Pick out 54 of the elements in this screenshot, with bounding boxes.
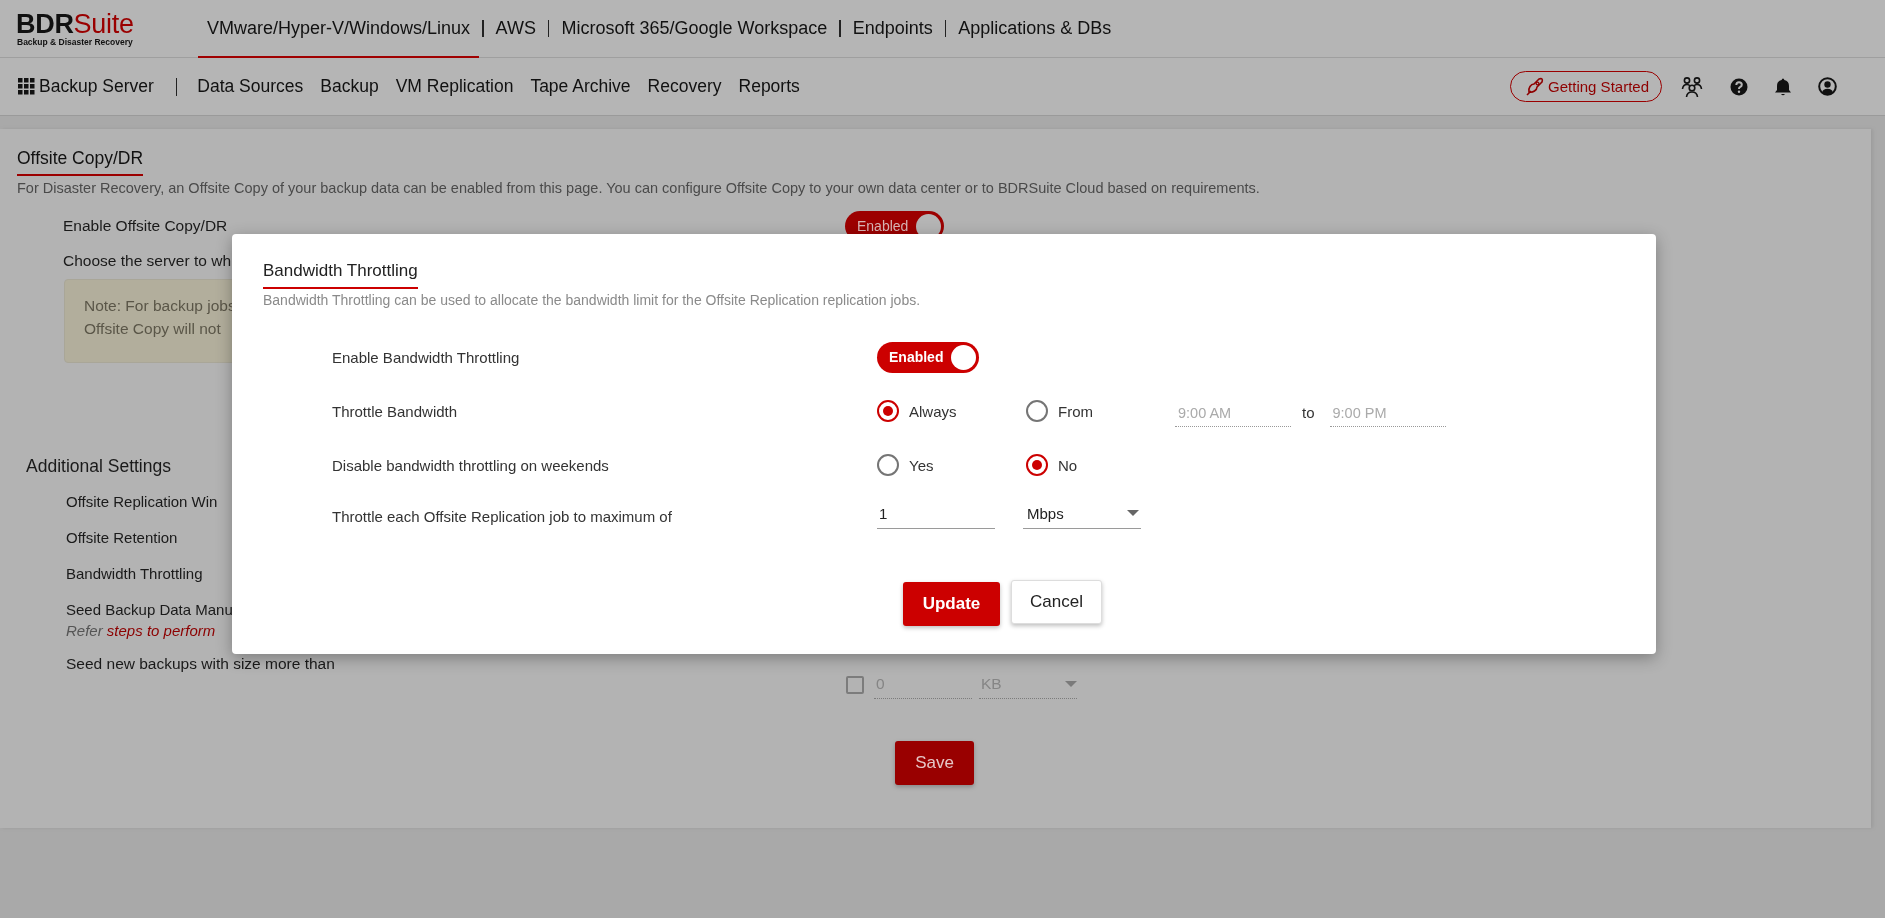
radio-button[interactable] bbox=[877, 454, 899, 476]
radio-option[interactable]: No bbox=[1026, 454, 1175, 476]
backup-server-menu[interactable]: Backup Server bbox=[18, 76, 154, 97]
radio-option[interactable]: Always bbox=[877, 400, 1026, 422]
product-tab[interactable]: Endpoints bbox=[843, 0, 942, 58]
radio-button[interactable] bbox=[1026, 400, 1048, 422]
setting-label: Throttle each Offsite Replication job to maximum of bbox=[332, 508, 672, 525]
save-button[interactable]: Save bbox=[895, 741, 974, 785]
menu-item[interactable]: VM Replication bbox=[395, 76, 514, 97]
setting-label: Throttle Bandwidth bbox=[332, 402, 458, 420]
page-description: For Disaster Recovery, an Offsite Copy of your backup data can be enabled from this page. You can configure Offsite Copy to your own data center or to BDRSuite Cloud based on requirements. bbox=[17, 180, 1261, 196]
setting-label: Offsite Retention bbox=[66, 529, 178, 546]
people-icon[interactable] bbox=[1681, 75, 1703, 98]
menu-item[interactable]: Backup bbox=[320, 76, 379, 97]
help-icon[interactable] bbox=[1730, 77, 1748, 96]
page-title: Offsite Copy/DR bbox=[17, 147, 144, 176]
radio-button[interactable] bbox=[1026, 454, 1048, 476]
limit-input[interactable]: 1 bbox=[877, 504, 995, 529]
apps-grid-icon bbox=[18, 78, 35, 95]
user-account-icon[interactable] bbox=[1818, 77, 1837, 96]
setting-label: Enable Offsite Copy/DR bbox=[63, 217, 229, 235]
dialog-title: Bandwidth Throttling bbox=[263, 260, 418, 289]
setting-label: Disable bandwidth throttling on weekends bbox=[332, 456, 609, 474]
setting-label: Offsite Replication Win bbox=[66, 493, 218, 510]
steps-link[interactable]: steps to perform bbox=[106, 622, 216, 639]
radio-button[interactable] bbox=[877, 400, 899, 422]
radio-option[interactable]: From bbox=[1026, 400, 1175, 422]
note-text: Offsite Copy will not bbox=[84, 320, 221, 338]
menu-item[interactable]: Data Sources bbox=[197, 76, 304, 97]
dialog-description: Bandwidth Throttling can be used to allocate the bandwidth limit for the Offsite Replication replication jobs. bbox=[263, 292, 922, 308]
menu-item[interactable]: Recovery bbox=[647, 76, 722, 97]
menu-item[interactable]: Reports bbox=[738, 76, 800, 97]
logo-wordmark: BDRSuite bbox=[16, 10, 135, 37]
radio-option[interactable]: Yes bbox=[877, 454, 1026, 476]
cancel-button[interactable]: Cancel bbox=[1011, 580, 1102, 624]
dropdown-arrow-icon bbox=[1065, 681, 1077, 687]
throttling-toggle[interactable]: Enabled bbox=[877, 341, 980, 373]
setting-label: Enable Bandwidth Throttling bbox=[332, 348, 520, 366]
product-tab[interactable]: Microsoft 365/Google Workspace bbox=[552, 0, 837, 58]
dropdown-arrow-icon bbox=[1127, 510, 1139, 516]
checkbox[interactable] bbox=[846, 676, 864, 694]
refer-text: Refer steps to perform bbox=[66, 622, 216, 639]
product-tab[interactable]: Applications & DBs bbox=[949, 0, 1121, 58]
section-heading: Additional Settings bbox=[26, 456, 171, 477]
setting-label: Seed Backup Data Manu bbox=[66, 601, 233, 618]
bell-icon[interactable] bbox=[1775, 77, 1791, 96]
setting-label: Seed new backups with size more than bbox=[66, 655, 335, 673]
product-tab[interactable]: AWS bbox=[486, 0, 545, 58]
setting-label: Bandwidth Throttling bbox=[66, 565, 203, 582]
update-button[interactable]: Update bbox=[903, 582, 1000, 626]
to-label: to bbox=[1302, 403, 1315, 421]
menu-item[interactable]: Tape Archive bbox=[530, 76, 631, 97]
unit-dropdown[interactable]: Mbps bbox=[1023, 504, 1141, 529]
logo-tagline: Backup & Disaster Recovery bbox=[16, 36, 134, 47]
